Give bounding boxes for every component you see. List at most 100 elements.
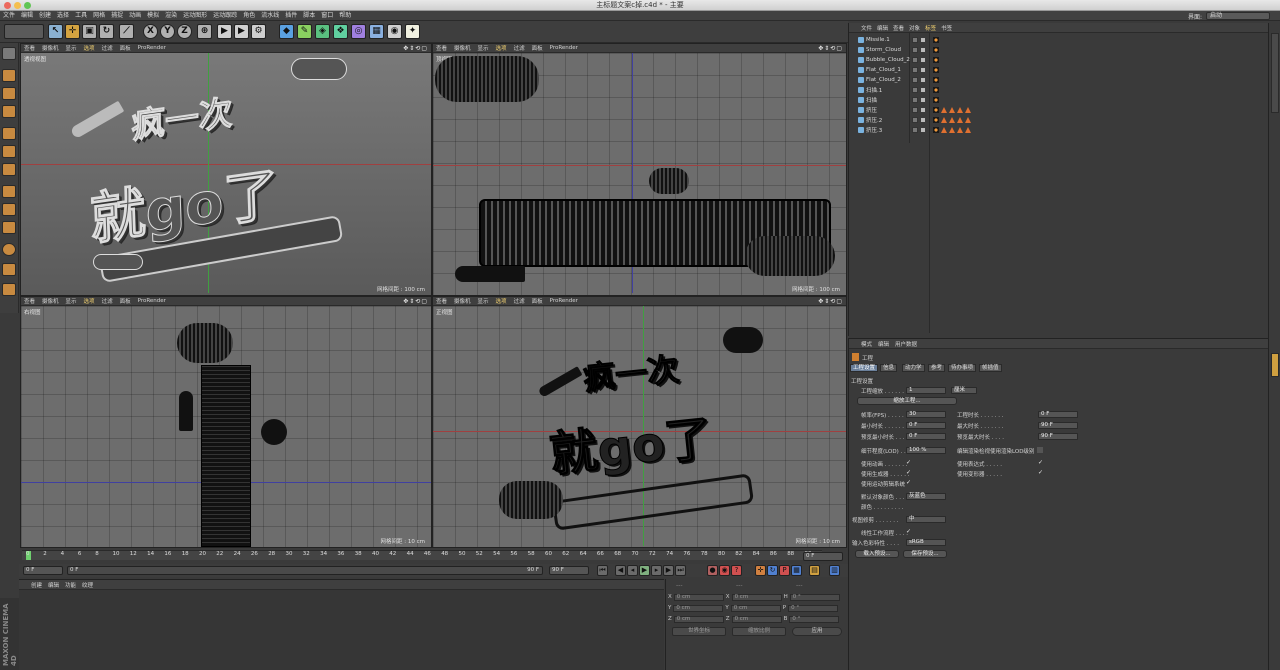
menu-item[interactable]: 帮助 [336,11,354,21]
scale-field[interactable]: 1 [906,387,946,394]
edges-mode-icon[interactable] [2,145,16,158]
compositing-tag-icon[interactable] [933,127,939,133]
undo-redo-group[interactable] [4,24,44,39]
vp-menu-camera[interactable]: 摄像机 [454,44,471,52]
compositing-tag-icon[interactable] [933,67,939,73]
vp-menu-view[interactable]: 查看 [24,297,35,305]
fps-field[interactable]: 30 [906,411,946,418]
object-name[interactable]: 扫描.1 [866,86,882,94]
phong-tag-icon[interactable] [957,127,963,133]
size-z-field[interactable]: 0 cm [731,615,782,623]
rot-p-field[interactable]: 0 ° [788,604,839,612]
light-bulb-icon[interactable]: ✦ [405,24,420,39]
rot-h-field[interactable]: 0 ° [789,593,840,601]
vp-menu-display[interactable]: 显示 [66,297,77,305]
last-tool-icon[interactable]: ⟋ [119,24,134,39]
vp-menu-camera[interactable]: 摄像机 [42,44,59,52]
vp-menu-display[interactable]: 显示 [478,44,489,52]
use-expr-checkbox[interactable]: ✓ [1038,460,1044,466]
vp-menu-filter[interactable]: 过滤 [102,297,113,305]
phong-tag-icon[interactable] [965,107,971,113]
tab-project-settings[interactable]: 工程设置 [850,364,879,372]
default-color-select[interactable]: 灰蓝色 [906,493,946,500]
attr-menu-mode[interactable]: 模式 [861,340,872,348]
viewport-nav-icons[interactable]: ✥⇕⟲▢ [818,45,843,52]
menu-item[interactable]: 动画 [126,11,144,21]
timeline-window-icon[interactable]: ▥ [829,565,840,576]
point-level-anim-icon[interactable]: ▤ [809,565,820,576]
render-settings-icon[interactable]: ⚙ [251,24,266,39]
menu-item[interactable]: 捕捉 [108,11,126,21]
object-name[interactable]: 挤压.2 [866,116,882,124]
obj-menu-edit[interactable]: 编辑 [877,24,888,32]
visibility-dots[interactable] [921,128,925,132]
object-name[interactable]: 挤压 [866,106,877,114]
polygons-mode-icon[interactable] [2,163,16,176]
layout-select[interactable]: 启动 [1206,12,1270,20]
obj-menu-bookmarks[interactable]: 书签 [941,24,952,32]
layer-checkbox[interactable] [912,107,918,113]
phong-tag-icon[interactable] [941,117,947,123]
menu-item[interactable]: 角色 [240,11,258,21]
layer-checkbox[interactable] [912,77,918,83]
vp-menu-panel[interactable]: 面板 [120,44,131,52]
soft-selection-icon[interactable] [2,221,16,234]
menu-item[interactable]: 模拟 [144,11,162,21]
visibility-dots[interactable] [921,58,925,62]
project-time-field[interactable]: 0 F [1038,411,1078,418]
visibility-dots[interactable] [921,68,925,72]
compositing-tag-icon[interactable] [933,77,939,83]
vp-menu-prorender[interactable]: ProRender [550,298,578,304]
viewport-nav-icons[interactable]: ✥⇕⟲▢ [403,298,428,305]
minimize-window-button[interactable] [14,2,21,9]
vp-menu-display[interactable]: 显示 [66,44,77,52]
play-icon[interactable]: ▶ [639,565,650,576]
object-name[interactable]: 挤压.3 [866,126,882,134]
layer-checkbox[interactable] [912,37,918,43]
pos-x-field[interactable]: 0 cm [673,593,724,601]
vp-menu-prorender[interactable]: ProRender [138,45,166,51]
tab-objects-vertical[interactable] [1271,33,1279,113]
coordinate-system-icon[interactable]: ⊕ [197,24,212,39]
vp-menu-camera[interactable]: 摄像机 [42,297,59,305]
menu-item[interactable]: 运动跟踪 [210,11,240,21]
viewport-right[interactable]: 查看 摄像机 显示 选项 过滤 面板 ProRender ✥⇕⟲▢ 右视图 网格… [20,296,432,548]
deformer-bend-icon[interactable]: ◎ [351,24,366,39]
phong-tag-icon[interactable] [949,127,955,133]
zoom-window-button[interactable] [24,2,31,9]
compositing-tag-icon[interactable] [933,47,939,53]
menu-item[interactable]: 渲染 [162,11,180,21]
vp-menu-panel[interactable]: 面板 [532,297,543,305]
phong-tag-icon[interactable] [965,127,971,133]
vp-menu-filter[interactable]: 过滤 [514,297,525,305]
preview-max-field[interactable]: 90 F [1038,433,1078,440]
layer-checkbox[interactable] [912,117,918,123]
object-name[interactable]: Bubble_Cloud_2 [866,57,910,63]
size-x-field[interactable]: 0 cm [731,593,782,601]
auto-key-icon[interactable]: ◉ [719,565,730,576]
vp-menu-filter[interactable]: 过滤 [514,44,525,52]
size-y-field[interactable]: 0 cm [730,604,781,612]
vp-menu-panel[interactable]: 面板 [120,297,131,305]
viewport-top[interactable]: 查看 摄像机 显示 选项 过滤 面板 ProRender ✥⇕⟲▢ 顶视图 网格… [432,43,847,296]
timeline-ruler[interactable]: 0 2 4 6 8 10 12 14 16 18 20 22 24 26 28 30 32 34 36 38 40 42 4… [22,550,822,560]
menu-item[interactable]: 运动图形 [180,11,210,21]
end-frame-input[interactable]: 90 F [549,566,589,575]
goto-end-icon[interactable]: ⏭ [675,565,686,576]
render-picture-viewer-icon[interactable]: ▶ [234,24,249,39]
min-time-field[interactable]: 0 F [906,422,946,429]
mograph-cloner-icon[interactable]: ❖ [333,24,348,39]
goto-start-icon[interactable]: ⏮ [597,565,608,576]
phong-tag-icon[interactable] [957,107,963,113]
start-frame-field[interactable]: 0 F [23,566,63,575]
viewport-nav-icons[interactable]: ✥⇕⟲▢ [818,298,843,305]
layer-checkbox[interactable] [912,97,918,103]
rot-b-field[interactable]: 0 ° [789,615,840,623]
coord-scale-select[interactable]: 缩放比例 [732,627,786,636]
subdivision-surface-icon[interactable]: ◈ [315,24,330,39]
compositing-tag-icon[interactable] [933,37,939,43]
object-row[interactable]: 挤压.2 [849,115,1269,125]
scale-unit-select[interactable]: 厘米 [951,387,977,394]
rotate-tool-icon[interactable]: ↻ [99,24,114,39]
menu-item[interactable]: 脚本 [300,11,318,21]
